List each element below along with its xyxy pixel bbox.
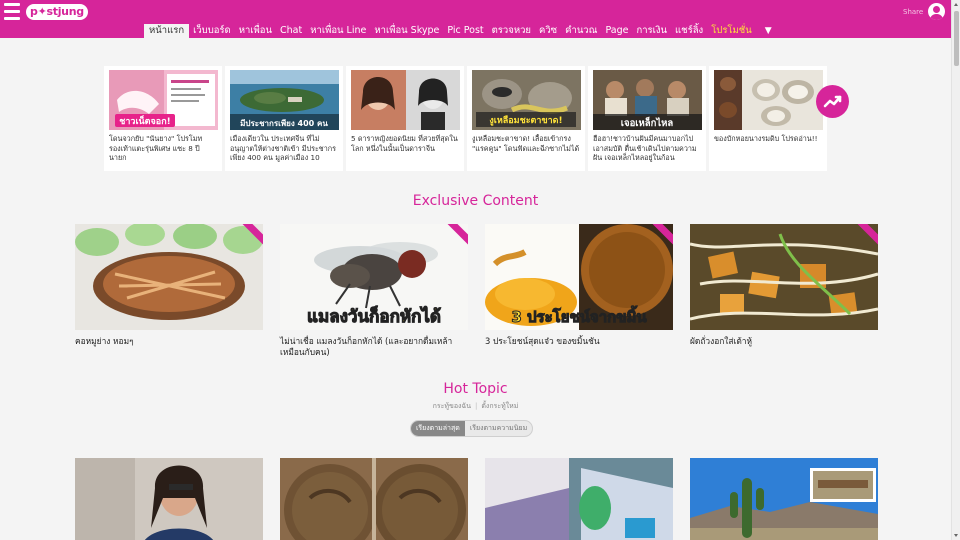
nav-item[interactable]: Chat (276, 24, 306, 38)
scrollbar-thumb[interactable] (954, 11, 959, 66)
trending-caption[interactable]: 5 ดาราหญิงยอดนิยม ที่สวยที่สุดในโลก หนึ่… (351, 134, 461, 168)
menu-icon[interactable] (4, 3, 20, 20)
exclusive-caption[interactable]: ไม่น่าเชื่อ แมลงวันก็อกหักได้ (และอยากดื… (280, 336, 468, 358)
trending-card[interactable]: เจอเหล็กไหล ฮือฮา!ชาวบ้านฝันมีคนมาบอกไปเ… (588, 66, 706, 171)
exclusive-card[interactable]: ผัดถั่วงอกใส่เต้าหู้ (690, 224, 878, 358)
island-aerial-image: มีประชากรเพียง 400 คน (230, 70, 339, 130)
villagers-treasure-image: เจอเหล็กไหล (593, 70, 702, 130)
pool-scene-image (485, 458, 673, 540)
exclusive-caption[interactable]: คอหมูย่าง หอมๆ (75, 336, 263, 347)
trending-strip: ชาวเน็ตจอก! โดนจวกยับ "นันยาง" โปรโมท รอ… (104, 66, 830, 171)
man-portrait-image (75, 458, 263, 540)
oysters-image (714, 70, 823, 130)
grilled-pork-image (75, 224, 263, 330)
nav-item[interactable]: หาเพื่อน Line (306, 24, 370, 38)
nav-item[interactable]: หาเพื่อน (235, 24, 276, 38)
hot-topic-heading: Hot Topic (443, 381, 508, 397)
hot-topic-card[interactable] (75, 458, 263, 540)
trending-card[interactable]: มีประชากรเพียง 400 คน เมืองเดียวใน ประเท… (225, 66, 343, 171)
nav-item[interactable]: หน้าแรก (144, 24, 190, 38)
hot-topic-links: กระทู้ของฉัน | ตั้งกระทู้ใหม่ (0, 401, 951, 412)
new-topic-link[interactable]: ตั้งกระทู้ใหม่ (481, 402, 518, 410)
share-link[interactable]: Share (903, 8, 923, 16)
trending-caption[interactable]: งูเหลือมชะตาขาด! เลื้อยเข้ากรง "แรคคูน" … (472, 134, 582, 168)
nav-item[interactable]: ตรวจหวย (488, 24, 535, 38)
exclusive-card[interactable]: แมลงวันก็อกหักได้ ไม่น่าเชื่อ แมลงวันก็อ… (280, 224, 468, 358)
nav-item[interactable]: คำนวณ (561, 24, 601, 38)
trending-caption[interactable]: ของบักหอยนางรมดิบ โปรดอ่าน!! (714, 134, 824, 168)
desert-cactus-image (690, 458, 878, 540)
nav-item[interactable]: Pic Post (443, 24, 487, 38)
nav-item[interactable]: Page (601, 24, 632, 38)
tofu-beansprouts-image (690, 224, 878, 330)
scroll-up-arrow-icon[interactable] (954, 3, 958, 6)
sandal-promo-image: ชาวเน็ตจอก! (109, 70, 218, 130)
user-account-icon[interactable] (928, 3, 945, 20)
svg-text:เจอเหล็กไหล: เจอเหล็กไหล (621, 116, 674, 129)
trending-caption[interactable]: เมืองเดียวใน ประเทศจีน ที่ไม่อนุญาตให้ต่… (230, 134, 340, 168)
sort-latest-button[interactable]: เรียงตามล่าสุด (411, 421, 465, 436)
trending-up-icon (823, 95, 842, 108)
scroll-down-arrow-icon[interactable] (954, 534, 958, 537)
svg-text:มีประชากรเพียง 400 คน: มีประชากรเพียง 400 คน (240, 118, 328, 128)
nav-more-dropdown-icon[interactable]: ▼ (756, 24, 776, 38)
trending-card[interactable]: ชาวเน็ตจอก! โดนจวกยับ "นันยาง" โปรโมท รอ… (104, 66, 222, 171)
main-nav: หน้าแรก เว็บบอร์ด หาเพื่อน Chat หาเพื่อน Lin… (144, 24, 776, 38)
exclusive-content-heading: Exclusive Content (412, 193, 539, 209)
sort-popular-button[interactable]: เรียงตามความนิยม (465, 421, 532, 436)
hot-topic-card[interactable] (280, 458, 468, 540)
nav-item[interactable]: การเงิน (632, 24, 671, 38)
nav-item[interactable]: แชร์ลิ้ง (671, 24, 707, 38)
svg-text:งูเหลือมชะตาขาด!: งูเหลือมชะตาขาด! (489, 114, 562, 126)
nav-item[interactable]: ควิซ (535, 24, 561, 38)
trending-card[interactable]: 5 ดาราหญิงยอดนิยม ที่สวยที่สุดในโลก หนึ่… (346, 66, 464, 171)
turmeric-image: 3 ประโยชน์จากขมิ้น (485, 224, 673, 330)
housefly-image: แมลงวันก็อกหักได้ (280, 224, 468, 330)
sort-toggle: เรียงตามล่าสุด เรียงตามความนิยม (410, 420, 534, 437)
trending-card[interactable]: งูเหลือมชะตาขาด! งูเหลือมชะตาขาด! เลื้อย… (467, 66, 585, 171)
exclusive-card[interactable]: 3 ประโยชน์จากขมิ้น 3 ประโยชน์สุดแจ๋ว ของ… (485, 224, 673, 358)
page-scrollbar[interactable] (951, 0, 960, 540)
trending-caption[interactable]: โดนจวกยับ "นันยาง" โปรโมท รองเท้าแตะรุ่น… (109, 134, 219, 168)
hot-topic-card[interactable] (485, 458, 673, 540)
top-navigation-bar: p✦stjung Share หน้าแรก เว็บบอร์ด หาเพื่อน C… (0, 0, 951, 38)
nav-item[interactable]: หาเพื่อน Skype (370, 24, 443, 38)
link-divider: | (475, 402, 478, 410)
svg-text:แมลงวันก็อกหักได้: แมลงวันก็อกหักได้ (307, 304, 441, 327)
trending-card[interactable]: ของบักหอยนางรมดิบ โปรดอ่าน!! (709, 66, 827, 171)
my-topics-link[interactable]: กระทู้ของฉัน (433, 402, 471, 410)
trending-caption[interactable]: ฮือฮา!ชาวบ้านฝันมีคนมาบอกไปเอาสมบัติ ตื่… (593, 134, 703, 168)
site-logo[interactable]: p✦stjung (26, 4, 88, 20)
nav-item[interactable]: โปรโมชั่น (707, 24, 756, 38)
exclusive-card[interactable]: คอหมูย่าง หอมๆ (75, 224, 263, 358)
exclusive-caption[interactable]: 3 ประโยชน์สุดแจ๋ว ของขมิ้นชัน (485, 336, 673, 347)
hot-topic-grid (75, 458, 878, 540)
ancient-coins-image (280, 458, 468, 540)
svg-text:3 ประโยชน์จากขมิ้น: 3 ประโยชน์จากขมิ้น (511, 305, 647, 326)
actress-portraits-image (351, 70, 460, 130)
raccoon-snake-image: งูเหลือมชะตาขาด! (472, 70, 581, 130)
exclusive-caption[interactable]: ผัดถั่วงอกใส่เต้าหู้ (690, 336, 878, 347)
nav-item[interactable]: เว็บบอร์ด (189, 24, 235, 38)
hot-topic-card[interactable] (690, 458, 878, 540)
exclusive-grid: คอหมูย่าง หอมๆ แมลงวันก็อกหักได้ ไม่น่าเ… (75, 224, 878, 358)
trending-button[interactable] (816, 85, 849, 118)
